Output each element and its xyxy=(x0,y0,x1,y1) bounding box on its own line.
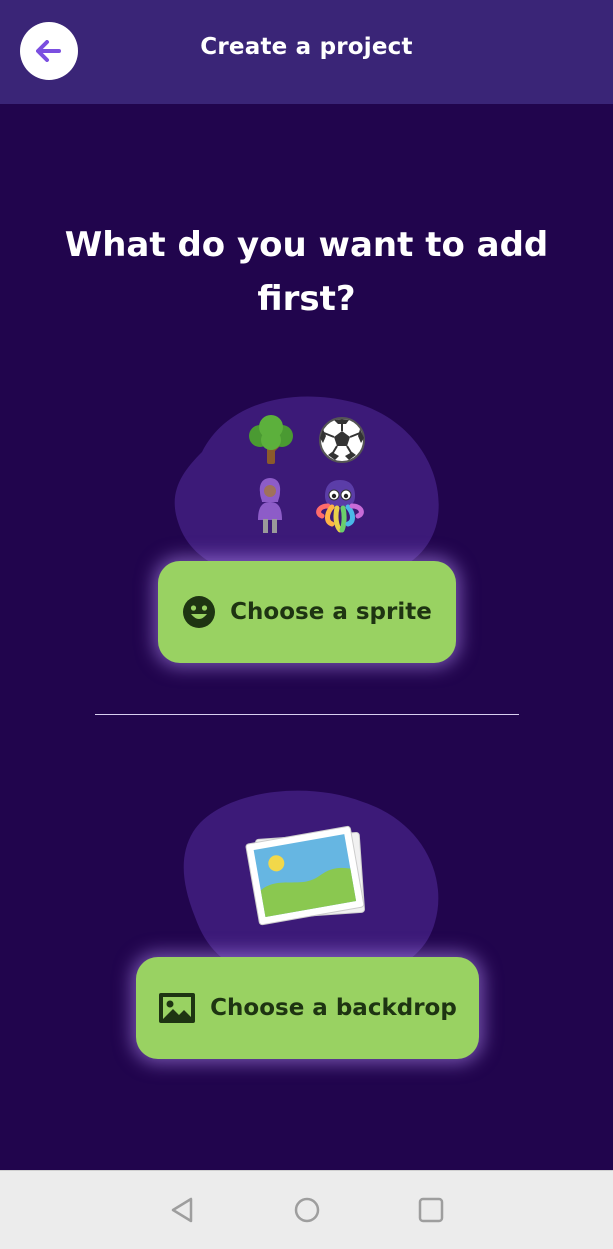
choose-sprite-button[interactable]: Choose a sprite xyxy=(158,561,456,663)
choose-sprite-label: Choose a sprite xyxy=(230,599,432,625)
back-triangle-icon xyxy=(171,1197,193,1223)
system-recents-button[interactable] xyxy=(414,1193,448,1227)
choose-backdrop-label: Choose a backdrop xyxy=(210,995,457,1021)
recents-square-icon xyxy=(418,1197,444,1223)
section-divider xyxy=(95,714,519,715)
app-header: Create a project xyxy=(0,0,613,104)
person-icon xyxy=(258,478,282,533)
soccer-ball-icon xyxy=(319,417,365,463)
image-icon xyxy=(159,993,196,1023)
page-title: Create a project xyxy=(200,34,413,60)
tree-icon xyxy=(249,415,293,464)
question-heading: What do you want to add first? xyxy=(64,225,549,319)
choose-backdrop-button[interactable]: Choose a backdrop xyxy=(136,957,479,1059)
sprite-icons-group xyxy=(240,410,380,540)
photo-stack-icon xyxy=(245,825,365,926)
home-circle-icon xyxy=(294,1197,320,1223)
system-nav-bar xyxy=(0,1170,613,1249)
system-home-button[interactable] xyxy=(290,1193,324,1227)
system-back-button[interactable] xyxy=(166,1193,200,1227)
octopus-icon xyxy=(316,480,364,533)
smiley-face-icon xyxy=(183,596,216,628)
